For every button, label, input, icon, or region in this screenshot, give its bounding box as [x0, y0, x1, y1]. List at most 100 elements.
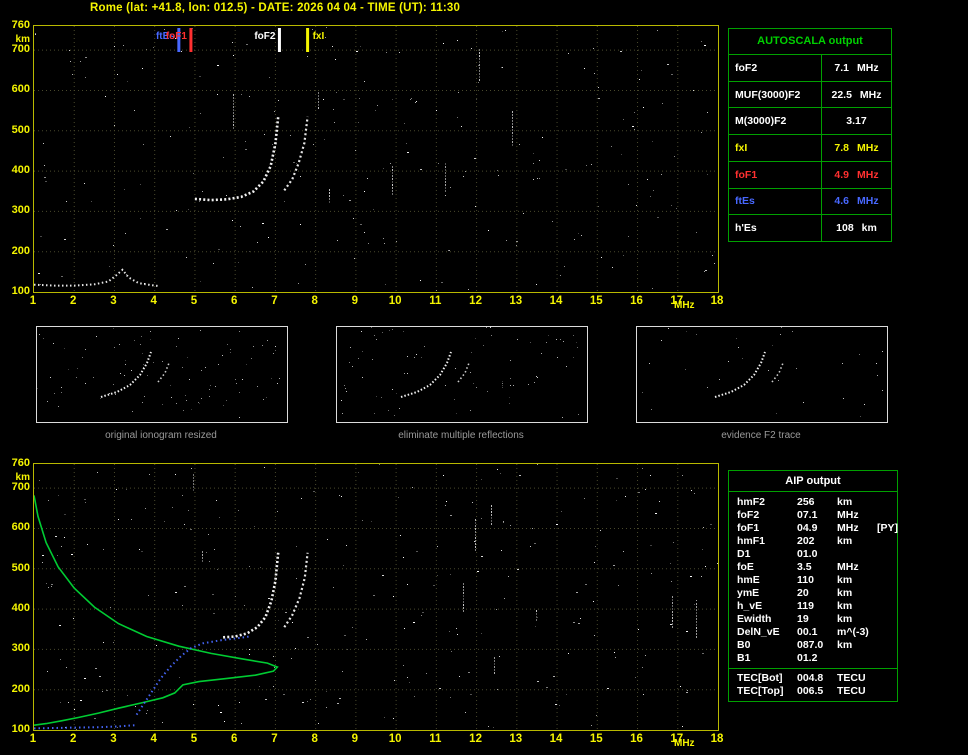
- aip-row: ymE 20 km: [729, 587, 897, 600]
- aip-row: TEC[Bot] 004.8 TECU: [729, 672, 897, 685]
- aip-unit: MHz: [837, 522, 859, 534]
- y-tick-label: 500: [11, 561, 30, 574]
- aip-value: 119: [797, 600, 814, 612]
- aip-unit: km: [837, 496, 853, 508]
- x-tick-label: 15: [589, 295, 603, 307]
- aip-value: 00.1: [797, 626, 818, 638]
- autoscala-row: foF2 7.1 MHz: [729, 55, 891, 82]
- aip-unit: km: [837, 613, 853, 625]
- autoscala-value: 108 km: [822, 215, 891, 241]
- y-tick-label: 760: [11, 457, 30, 469]
- ionogram-canvas: [34, 26, 718, 292]
- autoscala-value-unit: MHz: [857, 195, 879, 208]
- autoscala-value: 3.17: [822, 108, 891, 134]
- aip-note: [877, 535, 901, 548]
- aip-note: [877, 652, 901, 665]
- autoscala-value-number: 7.8: [834, 142, 849, 155]
- aip-note: [877, 548, 901, 561]
- thumbnail-caption: original ionogram resized: [105, 430, 217, 441]
- aip-row: hmF1 202 km: [729, 535, 897, 548]
- aip-value: 01.0: [797, 548, 818, 560]
- x-tick-label: 9: [351, 733, 359, 745]
- aip-row: h_vE 119 km: [729, 600, 897, 613]
- y-tick-label: 300: [11, 642, 30, 655]
- aip-row: foE 3.5 MHz: [729, 561, 897, 574]
- aip-value: 04.9: [797, 522, 818, 534]
- aip-unit: TECU: [837, 685, 866, 697]
- x-tick-label: 2: [70, 733, 77, 745]
- aip-tec-separator: [729, 668, 897, 669]
- aip-row: B0 087.0 km: [729, 639, 897, 652]
- thumb-f2-trace: [714, 351, 766, 398]
- autoscala-param: foF2: [729, 55, 822, 81]
- autoscala-param: h'Es: [729, 215, 822, 242]
- x-tick-label: 6: [230, 733, 238, 745]
- x-tick-label: 11: [429, 733, 442, 745]
- aip-row: foF2 07.1 MHz: [729, 509, 897, 522]
- autoscala-param: fxI: [729, 135, 822, 161]
- x-tick-label: 7: [271, 295, 278, 307]
- autoscala-value-unit: MHz: [859, 88, 882, 101]
- aip-table-title: AIP output: [729, 471, 897, 492]
- x-tick-label: 1: [29, 295, 37, 307]
- autoscala-value-number: 4.9: [834, 168, 849, 181]
- aip-row: DelN_vE 00.1 m^(-3): [729, 626, 897, 639]
- aip-value: 20: [797, 587, 809, 599]
- autoscala-row: h'Es 108 km: [729, 215, 891, 242]
- autoscala-value: 4.9 MHz: [822, 162, 891, 188]
- aip-row: hmF2 256 km: [729, 496, 897, 509]
- x-tick-label: 10: [388, 733, 402, 745]
- y-tick-label: 400: [11, 164, 30, 177]
- aip-value: 01.2: [797, 652, 818, 664]
- x-tick-label: 8: [311, 733, 318, 745]
- aip-param: h_vE: [737, 600, 763, 612]
- autoscala-value-number: 7.1: [834, 61, 849, 74]
- aip-value: 07.1: [797, 509, 818, 521]
- y-axis-unit-label: km: [15, 472, 30, 483]
- x-axis-unit-label: MHz: [674, 300, 695, 311]
- aip-table-rows: hmF2 256 km foF2 07.1 MHz foF1 04.9 MHz [PY] hmF1 2…: [729, 496, 898, 698]
- aip-note: [877, 574, 901, 587]
- autoscala-param: MUF(3000)F2: [729, 81, 822, 108]
- y-tick-label: 500: [11, 123, 30, 136]
- aip-row: TEC[Top] 006.5 TECU: [729, 685, 897, 698]
- autoscala-param: M(3000)F2: [729, 108, 822, 135]
- autoscala-table-rows: foF2 7.1 MHz MUF(3000)F2 22.5 MHz M(3000)F2 3.1…: [729, 55, 891, 242]
- aip-note: [877, 639, 901, 652]
- marker-label-foF2: foF2: [254, 31, 276, 42]
- x-tick-label: 16: [630, 733, 643, 745]
- aip-param: TEC[Top]: [737, 685, 784, 697]
- y-tick-label: 300: [11, 204, 30, 217]
- aip-note: [877, 509, 901, 522]
- aip-note: [877, 561, 901, 574]
- aip-note: [877, 587, 901, 600]
- autoscala-row: ftEs 4.6 MHz: [729, 188, 891, 216]
- x-tick-label: 18: [710, 295, 724, 307]
- x-tick-label: 14: [549, 733, 563, 745]
- aip-note: [877, 685, 901, 698]
- thumbnail-canvas: [341, 327, 579, 418]
- aip-value: 202: [797, 535, 815, 547]
- x-tick-label: 18: [710, 733, 724, 745]
- aip-unit: [837, 652, 877, 665]
- x-tick-label: 14: [549, 295, 563, 307]
- autoscala-value: 7.8 MHz: [822, 135, 891, 161]
- autoscala-value-unit: MHz: [857, 61, 879, 74]
- x-tick-label: 13: [509, 295, 523, 307]
- x-tick-label: 1: [29, 733, 37, 745]
- aip-param: hmF1: [737, 535, 766, 547]
- x-tick-label: 11: [429, 295, 442, 307]
- trace-profile: [34, 495, 279, 726]
- aip-note: [877, 626, 901, 639]
- autoscala-value: 7.1 MHz: [822, 55, 891, 81]
- autoscala-row: M(3000)F2 3.17: [729, 108, 891, 136]
- trace-f2_extraordinary: [283, 552, 309, 628]
- autoscala-row: foF1 4.9 MHz: [729, 161, 891, 189]
- aip-unit: km: [837, 574, 853, 586]
- x-tick-label: 4: [150, 295, 157, 307]
- aip-param: foF1: [737, 522, 760, 534]
- x-tick-label: 3: [110, 295, 117, 307]
- x-axis-unit-label: MHz: [674, 738, 695, 749]
- trace-f2_extraordinary: [283, 116, 309, 192]
- y-tick-label: 400: [11, 602, 30, 615]
